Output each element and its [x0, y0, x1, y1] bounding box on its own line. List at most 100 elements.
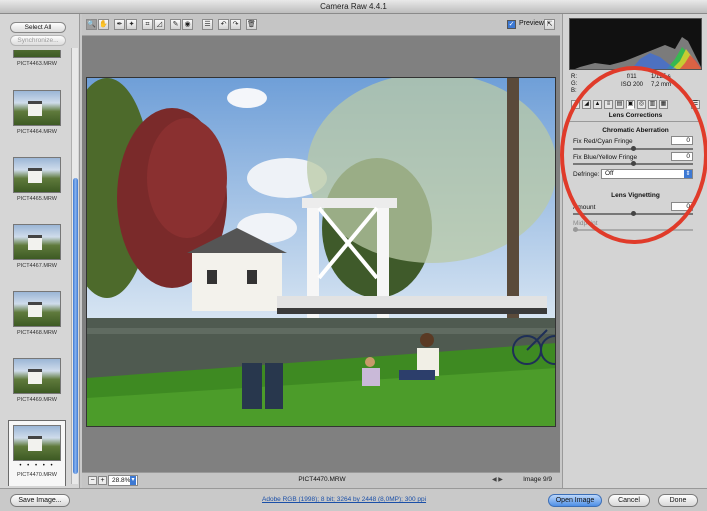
b-readout: B:	[571, 88, 577, 94]
thumbnail-image	[13, 291, 61, 327]
rotate-left-icon[interactable]: ↶	[218, 19, 229, 30]
aperture-value: f/11	[627, 74, 637, 80]
dialog-footer: Save Image... Adobe RGB (1998); 8 bit; 3…	[0, 488, 707, 511]
defringe-select[interactable]: Off	[601, 169, 693, 179]
tone-curve-tab-icon[interactable]: ◢	[582, 100, 591, 109]
basic-tab-icon[interactable]: ◐	[571, 100, 580, 109]
done-button[interactable]: Done	[658, 494, 698, 507]
zoom-in-button[interactable]: +	[98, 476, 107, 485]
current-filename: PICT4470.MRW	[298, 476, 346, 483]
adjustments-panel: R: G: B: f/11 1/125 s ISO 200 7,2 mm ◐ ◢…	[562, 14, 707, 488]
amount-knob[interactable]	[631, 211, 636, 216]
thumbnail-list: PICT4463.MRW PICT4464.MRW PICT4465.MRW P…	[4, 50, 70, 486]
detail-tab-icon[interactable]: ▲	[593, 100, 602, 109]
thumbnail-label: PICT4469.MRW	[17, 397, 57, 403]
workflow-options-link[interactable]: Adobe RGB (1998); 8 bit; 3264 by 2448 (8…	[262, 496, 426, 503]
nav-arrows[interactable]: ◀ ▶	[492, 476, 503, 483]
chromatic-aberration-heading: Chromatic Aberration	[602, 127, 669, 134]
red-eye-icon[interactable]: ◉	[182, 19, 193, 30]
thumbnail-item-selected[interactable]: • • • • • PICT4470.MRW	[8, 420, 66, 486]
color-sampler-icon[interactable]: ✦	[126, 19, 137, 30]
thumbnail-item[interactable]: PICT4464.MRW	[12, 90, 62, 135]
tool-bar: 🔍 ✋ ✒ ✦ ⌗ ◿ ✎ ◉ ☰ ↶ ↷ 🗑 ✓ Preview ⇱	[82, 14, 560, 36]
scrollbar-thumb[interactable]	[73, 178, 78, 474]
camera-calibration-tab-icon[interactable]: ◎	[637, 100, 646, 109]
thumbnail-label: PICT4470.MRW	[17, 472, 57, 478]
window-title: Camera Raw 4.4.1	[0, 0, 707, 14]
filmstrip-scrollbar[interactable]	[71, 48, 78, 484]
thumbnail-label: PICT4463.MRW	[17, 61, 57, 67]
exif-info: R: G: B: f/11 1/125 s ISO 200 7,2 mm	[569, 74, 702, 98]
thumbnail-image	[13, 224, 61, 260]
fix-red-cyan-field[interactable]: 0	[671, 136, 693, 145]
lens-corrections-tab-icon[interactable]: ▣	[626, 100, 635, 109]
amount-field[interactable]: 0	[671, 202, 693, 211]
white-balance-icon[interactable]: ✒	[114, 19, 125, 30]
thumbnail-image	[13, 50, 61, 58]
synchronize-button[interactable]: Synchronize...	[10, 35, 66, 46]
thumbnail-image	[13, 358, 61, 394]
cancel-button[interactable]: Cancel	[608, 494, 650, 507]
photo-scene	[87, 78, 555, 426]
crop-icon[interactable]: ⌗	[142, 19, 153, 30]
rating-stars[interactable]: • • • • •	[13, 463, 61, 469]
thumbnail-item[interactable]: PICT4468.MRW	[12, 291, 62, 336]
fix-blue-yellow-label: Fix Blue/Yellow Fringe	[573, 154, 638, 161]
g-readout: G:	[571, 81, 578, 87]
amount-label: Amount	[573, 204, 596, 211]
image-count: Image 9/9	[523, 476, 552, 483]
zoom-level-select[interactable]: 28.8%	[108, 475, 138, 486]
shutter-value: 1/125 s	[651, 74, 671, 80]
thumbnail-image	[13, 157, 61, 193]
lens-vignetting-heading: Lens Vignetting	[611, 192, 660, 199]
panel-title: Lens Corrections	[569, 112, 702, 122]
preview-label: Preview	[519, 20, 544, 27]
save-image-button[interactable]: Save Image...	[10, 494, 70, 507]
midpoint-slider[interactable]	[573, 229, 693, 231]
defringe-label: Defringe:	[573, 171, 600, 178]
midpoint-label: Midpoint	[573, 220, 598, 227]
panel-menu-icon[interactable]: ☰	[691, 100, 700, 109]
image-canvas[interactable]	[82, 36, 560, 472]
retouch-icon[interactable]: ✎	[170, 19, 181, 30]
panel-tabs: ◐ ◢ ▲ ≡ ▤ ▣ ◎ ▥ ▦ ☰	[569, 100, 702, 110]
rotate-right-icon[interactable]: ↷	[230, 19, 241, 30]
filmstrip-panel: Select All Synchronize... PICT4463.MRW P…	[0, 14, 80, 488]
fix-red-cyan-label: Fix Red/Cyan Fringe	[573, 138, 633, 145]
thumbnail-label: PICT4467.MRW	[17, 263, 57, 269]
midpoint-knob[interactable]	[573, 227, 578, 232]
canvas-status-bar: − + 28.8% PICT4470.MRW ◀ ▶ Image 9/9	[82, 472, 560, 488]
fix-blue-yellow-knob[interactable]	[631, 161, 636, 166]
preferences-icon[interactable]: ☰	[202, 19, 213, 30]
zoom-icon[interactable]: 🔍	[86, 19, 97, 30]
snapshots-tab-icon[interactable]: ▦	[659, 100, 668, 109]
split-toning-tab-icon[interactable]: ▤	[615, 100, 624, 109]
zoom-out-button[interactable]: −	[88, 476, 97, 485]
fix-red-cyan-knob[interactable]	[631, 146, 636, 151]
thumbnail-item[interactable]: PICT4467.MRW	[12, 224, 62, 269]
fix-blue-yellow-field[interactable]: 0	[671, 152, 693, 161]
iso-value: ISO 200	[621, 82, 644, 88]
select-all-button[interactable]: Select All	[10, 22, 66, 33]
thumbnail-label: PICT4464.MRW	[17, 129, 57, 135]
photo-preview	[86, 77, 556, 427]
hand-icon[interactable]: ✋	[98, 19, 109, 30]
thumbnail-item[interactable]: PICT4465.MRW	[12, 157, 62, 202]
focal-length-value: 7,2 mm	[651, 82, 672, 88]
thumbnail-item[interactable]: PICT4463.MRW	[12, 50, 62, 67]
fullscreen-icon[interactable]: ⇱	[544, 19, 555, 30]
open-image-button[interactable]: Open Image	[548, 494, 602, 507]
preview-checkbox[interactable]: ✓	[507, 20, 516, 29]
thumbnail-item[interactable]: PICT4469.MRW	[12, 358, 62, 403]
histogram	[569, 18, 702, 70]
thumbnail-label: PICT4468.MRW	[17, 330, 57, 336]
straighten-icon[interactable]: ◿	[154, 19, 165, 30]
thumbnail-image	[13, 90, 61, 126]
r-readout: R:	[571, 74, 577, 80]
thumbnail-image	[13, 425, 61, 461]
presets-tab-icon[interactable]: ▥	[648, 100, 657, 109]
trash-icon[interactable]: 🗑	[246, 19, 257, 30]
histogram-graph	[575, 37, 701, 69]
hsl-tab-icon[interactable]: ≡	[604, 100, 613, 109]
thumbnail-label: PICT4465.MRW	[17, 196, 57, 202]
